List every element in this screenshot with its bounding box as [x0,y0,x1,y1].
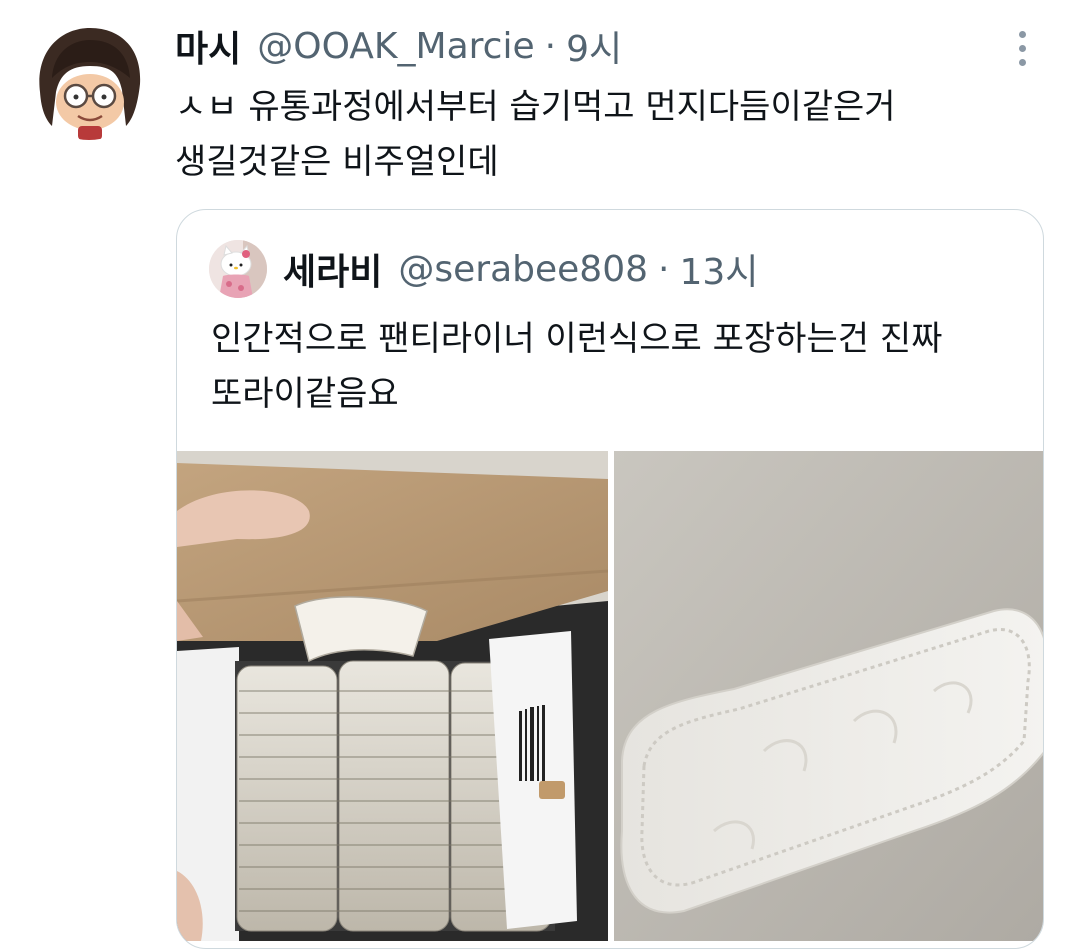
quote-text-line: 또라이같음요 [211,374,399,414]
quote-text-line: 인간적으로 팬티라이너 이런식으로 포장하는건 진짜 [211,319,943,359]
more-options-icon[interactable] [1000,24,1044,72]
author-avatar[interactable] [30,22,148,140]
quoted-tweet[interactable]: 세라비 @serabee808 · 13시 인간적으로 팬티라이너 이런식으로 … [176,209,1044,949]
author-handle[interactable]: @OOAK_Marcie [257,26,534,67]
quote-author-avatar[interactable] [209,240,267,298]
tweet-timestamp[interactable]: 9시 [566,20,622,72]
cartoon-girl-glasses-icon [30,22,148,140]
single-pantyliner-photo-icon [614,451,1043,941]
hello-kitty-icon [209,240,267,298]
tweet-text: ㅅㅂ 유통과정에서부터 습기먹고 먼지다듬이같은거 생길것같은 비주얼인데 [175,80,1035,190]
tweet-header: 마시 @OOAK_Marcie · 9시 [175,20,622,72]
quote-timestamp[interactable]: 13시 [679,243,758,295]
quote-text: 인간적으로 팬티라이너 이런식으로 포장하는건 진짜 또라이같음요 [211,312,1011,422]
quote-image-liner[interactable] [614,451,1043,941]
quote-author-name[interactable]: 세라비 [283,243,382,295]
quote-header: 세라비 @serabee808 · 13시 [283,244,758,294]
separator-dot: · [544,25,557,67]
separator-dot: · [658,248,670,290]
more-dot [1018,30,1026,38]
tweet-text-line: ㅅㅂ 유통과정에서부터 습기먹고 먼지다듬이같은거 [175,87,896,127]
quote-image-box[interactable] [177,451,608,941]
tweet-text-line: 생길것같은 비주얼인데 [175,142,499,182]
pantyliner-box-photo-icon [177,451,608,941]
author-name[interactable]: 마시 [175,20,241,72]
more-dot [1018,58,1026,66]
more-dot [1018,44,1026,52]
quote-author-handle[interactable]: @serabee808 [398,249,648,290]
